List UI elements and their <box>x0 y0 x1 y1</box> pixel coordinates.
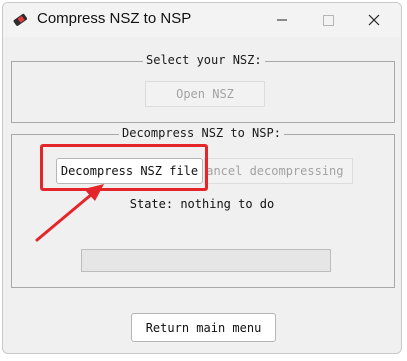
return-main-menu-button[interactable]: Return main menu <box>131 313 276 342</box>
app-icon <box>13 13 28 26</box>
maximize-button[interactable] <box>305 3 351 37</box>
window-title: Compress NSZ to NSP <box>37 10 192 27</box>
background-strip <box>0 354 407 361</box>
minimize-icon <box>277 19 287 21</box>
cancel-decompressing-button[interactable]: Cancel decompressing <box>204 158 353 184</box>
close-button[interactable] <box>351 3 397 37</box>
state-text: State: nothing to do <box>129 197 275 211</box>
decompress-label: Decompress NSZ to NSP: <box>119 126 284 140</box>
open-nsz-button[interactable]: Open NSZ <box>145 81 265 107</box>
title-bar: Compress NSZ to NSP <box>3 3 401 37</box>
highlight-box <box>40 144 208 191</box>
close-icon <box>368 14 380 26</box>
select-nsz-label: Select your NSZ: <box>143 53 265 67</box>
minimize-button[interactable] <box>259 3 305 37</box>
maximize-icon <box>323 15 334 26</box>
progress-bar <box>81 249 331 272</box>
